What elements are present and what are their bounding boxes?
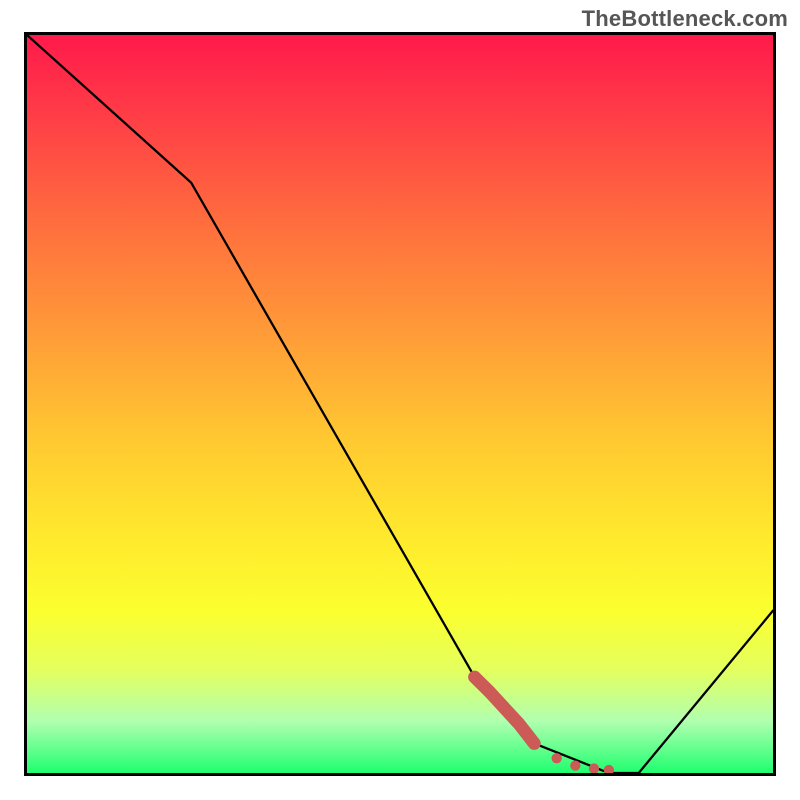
- highlight-marks: [469, 671, 614, 773]
- bottleneck-curve: [27, 35, 773, 773]
- plot-area: [24, 32, 776, 776]
- watermark-text: TheBottleneck.com: [582, 6, 788, 32]
- line-layer: [27, 35, 773, 773]
- chart-container: TheBottleneck.com: [0, 0, 800, 800]
